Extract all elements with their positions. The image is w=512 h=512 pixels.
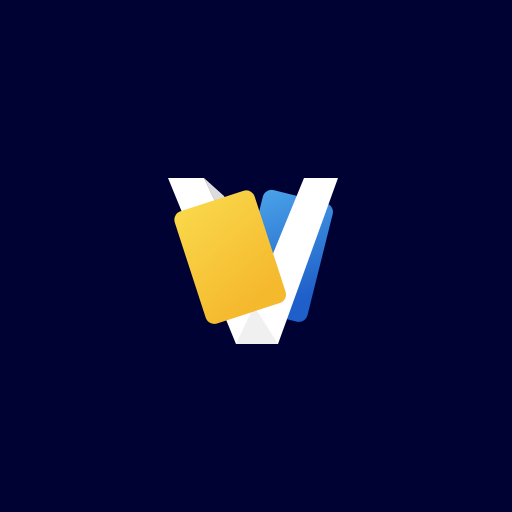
v-cards-logo-icon (0, 0, 512, 512)
app-icon (0, 0, 512, 512)
